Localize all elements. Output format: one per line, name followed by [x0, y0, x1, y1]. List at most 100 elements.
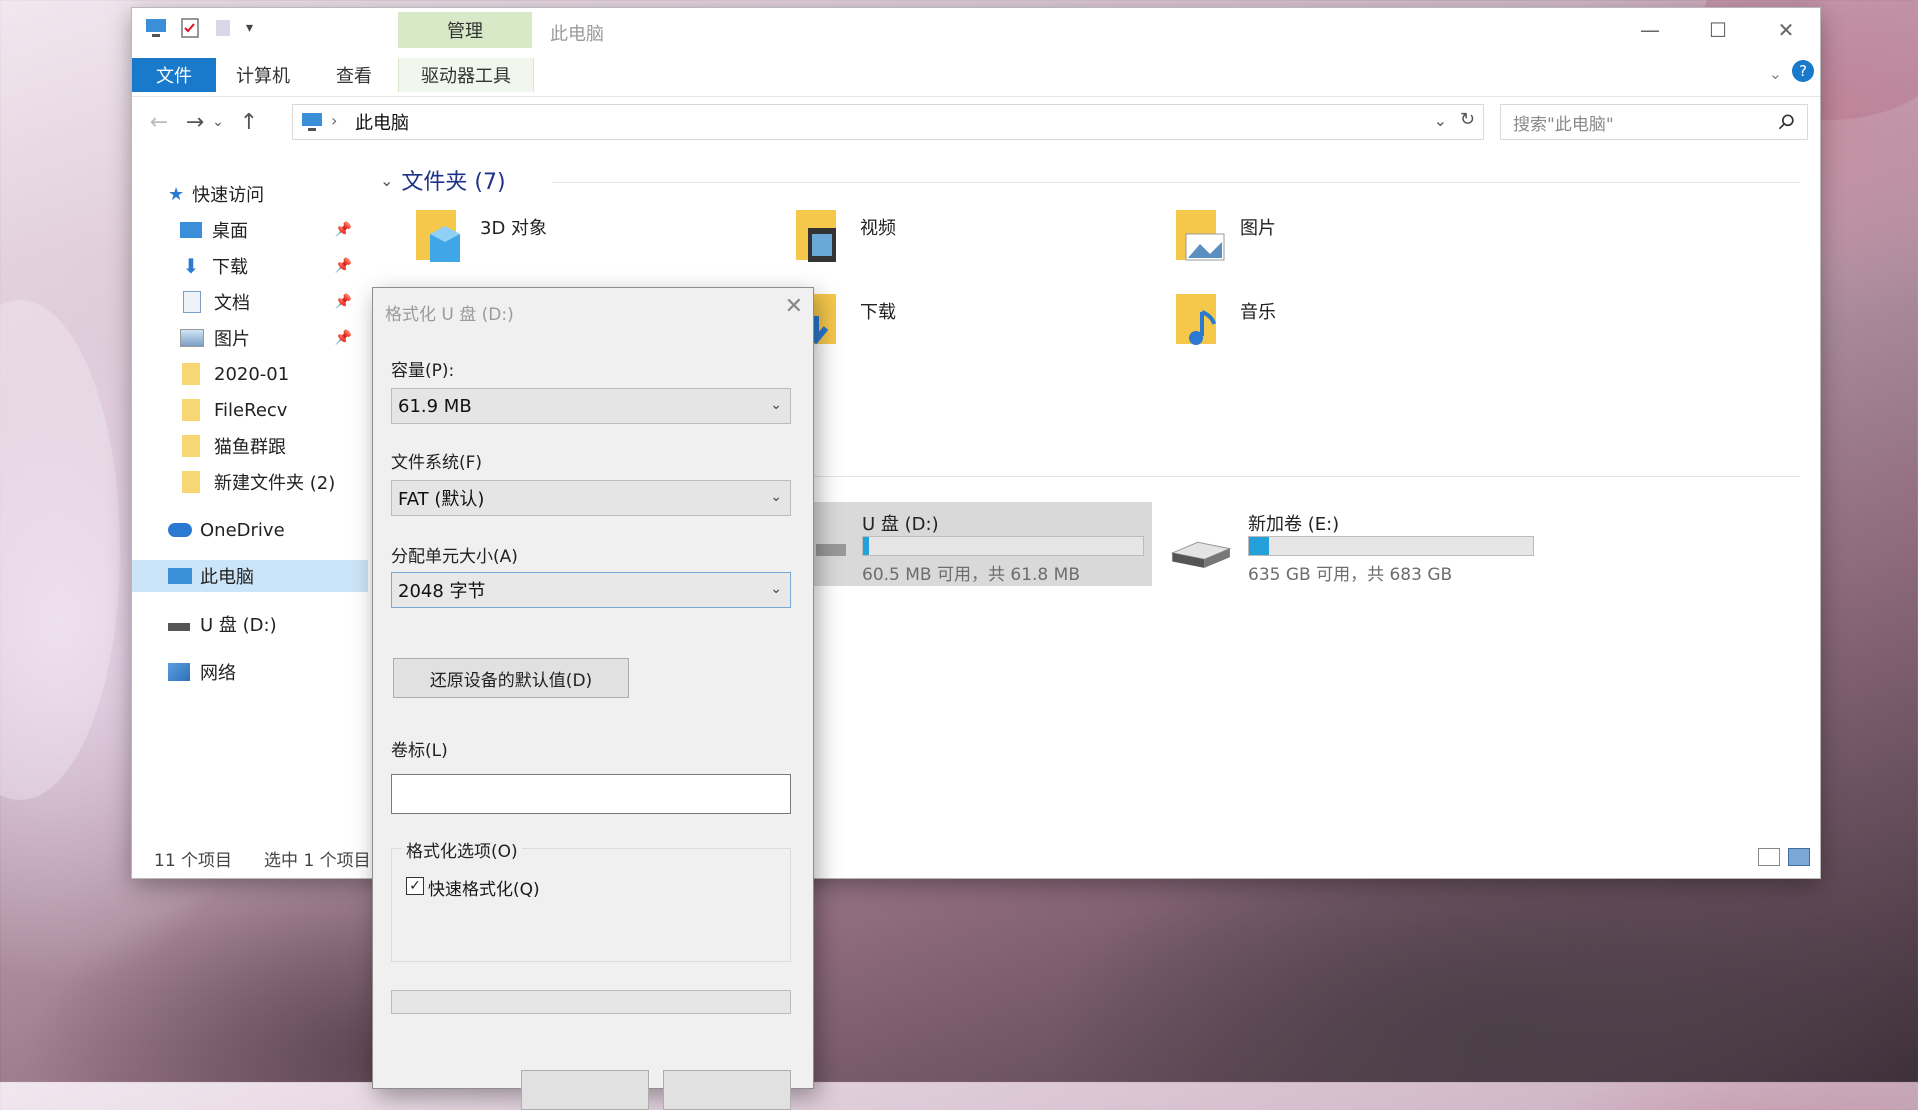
drive-new-volume-e[interactable]: 新加卷 (E:) 635 GB 可用，共 683 GB: [1168, 502, 1568, 586]
expand-ribbon-icon[interactable]: ⌄: [1769, 64, 1782, 83]
customize-toolbar-icon[interactable]: ▾: [246, 20, 253, 36]
drive-name: 新加卷 (E:): [1248, 514, 1340, 535]
drive-usage-bar: [862, 536, 1144, 556]
format-dialog: 格式化 U 盘 (D:) ✕ 容量(P): 61.9 MB ⌄ 文件系统(F) …: [372, 287, 814, 1110]
search-icon[interactable]: [1777, 112, 1797, 132]
tab-drive-tools[interactable]: 驱动器工具: [398, 58, 534, 92]
large-icons-view-icon[interactable]: [1788, 848, 1810, 866]
divider: [812, 476, 1800, 477]
forward-button[interactable]: →: [178, 104, 212, 140]
nav-usb-drive[interactable]: U 盘 (D:): [168, 608, 277, 640]
quick-format-checkbox[interactable]: ✓: [406, 877, 424, 895]
pictures-folder-icon: [1176, 210, 1225, 261]
folder-icon: [182, 399, 200, 421]
dialog-title: 格式化 U 盘 (D:): [385, 305, 514, 325]
nav-item-desktop[interactable]: 桌面 📌: [180, 214, 360, 246]
capacity-select[interactable]: 61.9 MB ⌄: [391, 388, 791, 424]
close-button[interactable]: ✕: [1752, 8, 1820, 52]
nav-item-folder[interactable]: FileRecv: [180, 394, 287, 426]
search-input[interactable]: 搜索"此电脑": [1500, 104, 1808, 140]
folder-icon: [182, 435, 200, 457]
folder-pictures[interactable]: 图片: [1172, 204, 1492, 284]
3d-objects-folder-icon: [416, 210, 460, 262]
nav-item-folder[interactable]: 新建文件夹 (2): [180, 466, 335, 498]
folder-3d-objects[interactable]: 3D 对象: [412, 204, 732, 284]
details-view-icon[interactable]: [1758, 848, 1780, 866]
nav-quick-access[interactable]: ★ 快速访问: [168, 178, 264, 210]
nav-label: FileRecv: [214, 399, 288, 421]
address-bar[interactable]: › 此电脑 ⌄ ↻: [292, 104, 1484, 140]
dialog-close-button[interactable]: ✕: [785, 294, 803, 319]
nav-item-documents[interactable]: 文档 📌: [180, 286, 360, 318]
breadcrumb[interactable]: 此电脑: [355, 109, 409, 135]
drive-icon: [168, 623, 190, 631]
drive-usage-fill: [863, 537, 869, 555]
context-tab-manage[interactable]: 管理: [398, 12, 532, 48]
allocation-unit-label: 分配单元大小(A): [391, 547, 518, 567]
quick-format-label[interactable]: 快速格式化(Q): [428, 875, 540, 900]
video-folder-icon: [796, 210, 836, 262]
folder-label: 音乐: [1240, 302, 1276, 323]
folder-label: 下载: [860, 302, 896, 323]
nav-label: 猫鱼群跟: [214, 437, 286, 458]
folder-label: 3D 对象: [480, 218, 548, 239]
start-button[interactable]: [521, 1070, 649, 1110]
drive-icon: [816, 544, 846, 556]
capacity-label: 容量(P):: [391, 361, 455, 381]
nav-network[interactable]: 网络: [168, 656, 236, 688]
wallpaper-accent: [0, 300, 120, 800]
nav-label: 此电脑: [200, 567, 254, 588]
pin-icon: 📌: [334, 330, 352, 346]
format-progress-bar: [391, 990, 791, 1014]
address-dropdown-icon[interactable]: ⌄: [1434, 111, 1447, 130]
minimize-button[interactable]: —: [1616, 8, 1684, 52]
nav-item-downloads[interactable]: ⬇ 下载 📌: [180, 250, 360, 282]
nav-this-pc[interactable]: 此电脑: [132, 560, 368, 592]
file-system-select[interactable]: FAT (默认) ⌄: [391, 480, 791, 516]
nav-label: 文档: [214, 293, 250, 314]
folder-downloads[interactable]: 下载: [792, 288, 1112, 368]
help-icon[interactable]: ?: [1792, 60, 1814, 82]
cloud-icon: [168, 523, 192, 537]
allocation-unit-select[interactable]: 2048 字节 ⌄: [391, 572, 791, 608]
nav-label: 桌面: [212, 221, 248, 242]
recent-locations-button[interactable]: ⌄: [208, 104, 228, 140]
capacity-value: 61.9 MB: [398, 395, 472, 417]
search-placeholder: 搜索"此电脑": [1513, 114, 1614, 135]
tab-computer[interactable]: 计算机: [236, 58, 290, 92]
refresh-icon[interactable]: ↻: [1460, 109, 1475, 130]
maximize-button[interactable]: ☐: [1684, 8, 1752, 52]
nav-item-folder[interactable]: 猫鱼群跟: [180, 430, 286, 462]
restore-defaults-button[interactable]: 还原设备的默认值(D): [393, 658, 629, 698]
drive-usb-d[interactable]: U 盘 (D:) 60.5 MB 可用，共 61.8 MB: [812, 502, 1152, 586]
pin-icon: 📌: [334, 258, 352, 274]
nav-onedrive[interactable]: OneDrive: [168, 514, 285, 546]
folders-group-header[interactable]: ⌄ 文件夹 (7): [380, 164, 506, 196]
navigation-pane: ★ 快速访问 桌面 📌 ⬇ 下载 📌 文档 📌 图片 📌 2020-01 Fil…: [132, 148, 368, 838]
volume-label-input[interactable]: [391, 774, 791, 814]
drive-usage-bar: [1248, 536, 1534, 556]
properties-icon[interactable]: [178, 16, 202, 40]
title-bar: ▾ 管理 此电脑 — ☐ ✕: [132, 8, 1820, 52]
folder-icon: [182, 363, 200, 385]
up-button[interactable]: ↑: [232, 104, 266, 140]
folder-videos[interactable]: 视频: [792, 204, 1112, 284]
nav-item-folder[interactable]: 2020-01: [180, 358, 289, 390]
chevron-down-icon: ⌄: [770, 397, 782, 413]
tab-file[interactable]: 文件: [132, 58, 216, 92]
pictures-icon: [180, 329, 204, 347]
drive-free-space: 60.5 MB 可用，共 61.8 MB: [862, 565, 1080, 585]
new-folder-icon[interactable]: [212, 16, 236, 40]
folder-icon: [182, 471, 200, 493]
nav-item-pictures[interactable]: 图片 📌: [180, 322, 360, 354]
file-system-label: 文件系统(F): [391, 453, 483, 473]
close-dialog-button[interactable]: [663, 1070, 791, 1110]
folder-label: 图片: [1240, 218, 1276, 239]
pin-icon: 📌: [334, 294, 352, 310]
folder-music[interactable]: 音乐: [1172, 288, 1492, 368]
pin-icon: 📌: [334, 222, 352, 238]
allocation-unit-value: 2048 字节: [398, 581, 486, 602]
tab-view[interactable]: 查看: [336, 58, 372, 92]
back-button[interactable]: ←: [142, 104, 176, 140]
format-options-title: 格式化选项(O): [402, 837, 522, 862]
